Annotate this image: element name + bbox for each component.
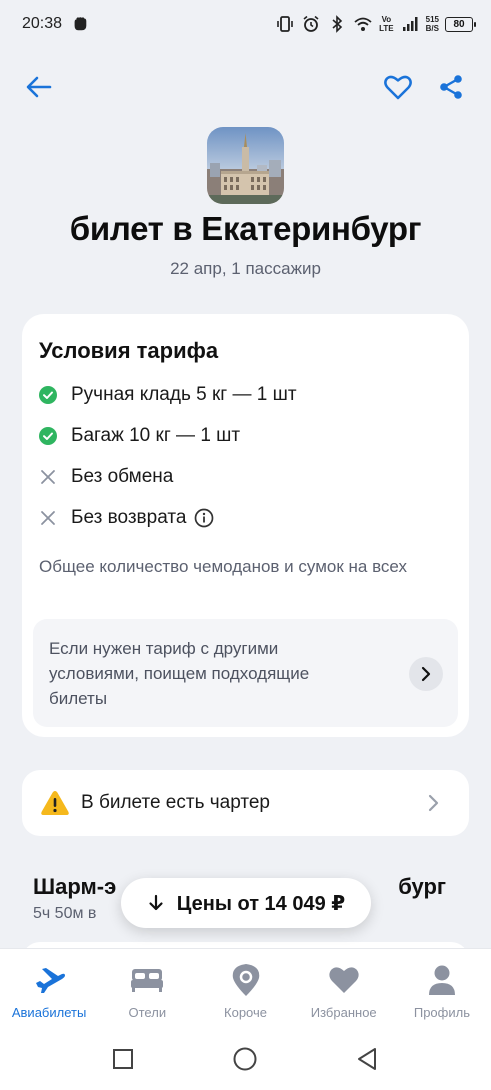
cross-icon [39, 509, 57, 527]
net-speed: 515 B/S [425, 15, 439, 33]
nav-item-hotels[interactable]: Отели [98, 949, 196, 1028]
info-icon[interactable] [194, 508, 214, 528]
tariff-title: Условия тарифа [39, 338, 219, 363]
condition-item: Без обмена [39, 466, 173, 488]
battery-icon: 80 [445, 16, 476, 32]
trip-subtitle: 22 апр, 1 пассажир [170, 259, 321, 278]
arrow-down-icon [149, 894, 163, 911]
circle-icon [233, 1047, 257, 1071]
cross-icon [39, 468, 57, 486]
nav-item-koroche[interactable]: Короче [196, 949, 294, 1028]
nav-item-favorites[interactable]: Избранное [295, 949, 393, 1028]
chevron-right-icon [428, 794, 439, 812]
fist-icon [74, 17, 87, 31]
favorite-button[interactable] [381, 70, 415, 104]
other-tariff-text: Если нужен тариф с другими условиями, по… [49, 639, 310, 708]
home-button[interactable] [230, 1044, 260, 1074]
heart-icon [327, 963, 361, 997]
chevron-right-icon [421, 666, 431, 682]
chevron-right-button[interactable] [409, 657, 443, 691]
triangle-back-icon [358, 1048, 376, 1070]
charter-text: В билете есть чартер [81, 792, 270, 813]
heart-outline-icon [384, 75, 412, 100]
nav-item-profile[interactable]: Профиль [393, 949, 491, 1028]
price-button[interactable]: Цены от 14 049 ₽ [121, 878, 371, 928]
check-circle-icon [39, 427, 57, 445]
back-button[interactable] [22, 70, 56, 104]
system-navigation-bar [0, 1028, 491, 1090]
person-icon [425, 963, 459, 997]
status-icons: Vo LTE 515 B/S 80 [275, 13, 476, 35]
condition-item: Без возврата [39, 507, 214, 529]
bed-icon [130, 963, 164, 997]
status-bar: 20:38 Vo LTE 515 B/S 80 [0, 0, 491, 50]
condition-item: Багаж 10 кг — 1 шт [39, 425, 240, 447]
tariff-card: Условия тарифа Ручная кладь 5 кг — 1 шт … [22, 314, 469, 737]
city-image [207, 127, 284, 204]
location-pin-icon [229, 963, 263, 997]
nav-item-flights[interactable]: Авиабилеты [0, 949, 98, 1028]
system-back-button[interactable] [352, 1044, 382, 1074]
bluetooth-icon [332, 15, 343, 33]
recent-apps-button[interactable] [108, 1044, 138, 1074]
page-title: билет в Екатеринбург [69, 210, 422, 247]
wifi-icon [354, 17, 372, 31]
share-button[interactable] [434, 70, 468, 104]
warning-icon [41, 791, 69, 815]
bottom-nav: Авиабилеты Отели Короче Избранное Профил… [0, 948, 491, 1028]
alarm-icon [303, 15, 319, 32]
square-icon [113, 1049, 133, 1069]
airplane-icon [32, 963, 66, 997]
baggage-note: Общее количество чемоданов и сумок на вс… [39, 557, 407, 576]
condition-item: Ручная кладь 5 кг — 1 шт [39, 384, 297, 406]
share-icon [440, 75, 462, 99]
arrow-left-icon [26, 76, 52, 98]
price-label: Цены от 14 049 ₽ [176, 892, 346, 915]
other-tariff-link[interactable]: Если нужен тариф с другими условиями, по… [33, 619, 458, 727]
check-circle-icon [39, 386, 57, 404]
charter-notice[interactable]: В билете есть чартер [22, 770, 469, 836]
vibrate-icon [277, 16, 293, 32]
signal-icon [402, 17, 418, 31]
volte-indicator: Vo LTE [379, 15, 394, 33]
status-time: 20:38 [22, 15, 63, 32]
flight-duration: 5ч 50м в [33, 905, 97, 922]
